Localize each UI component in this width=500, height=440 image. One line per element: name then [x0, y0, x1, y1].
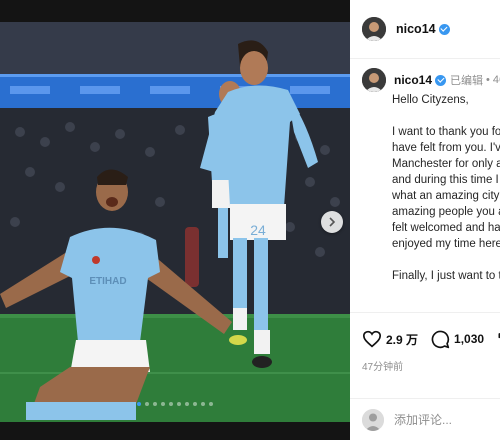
edited-label: 已编辑 — [450, 75, 484, 87]
profile-photo — [362, 68, 386, 92]
carousel-dot — [185, 402, 189, 406]
caption-line: enjoyed my time here — [392, 238, 500, 250]
caption-line: felt welcomed and ha — [392, 222, 500, 234]
share-arrow-icon — [498, 333, 500, 339]
share-button[interactable] — [496, 329, 500, 349]
caption-header: nico14 已编辑 • 46 — [362, 68, 500, 92]
chevron-right-icon — [329, 217, 336, 227]
user-placeholder-icon — [362, 409, 384, 431]
carousel-dot — [137, 402, 141, 406]
post-photo[interactable]: 24 ETIHAD — [0, 22, 350, 422]
post-panel: nico14 nico14 已编辑 • 46 Hello Cityzens, I… — [350, 0, 500, 440]
comment-count: 1,030 — [454, 332, 485, 346]
post-media: 24 ETIHAD — [0, 0, 350, 440]
comment-bar — [350, 398, 500, 440]
like-button[interactable]: 2.9 万 — [362, 330, 418, 348]
separator: • — [486, 74, 490, 86]
caption-line: I want to thank you fo — [392, 126, 500, 138]
comment-input[interactable] — [394, 413, 494, 427]
action-row: 2.9 万 1,030 — [362, 329, 500, 349]
post-timestamp: 47分钟前 — [362, 362, 404, 373]
comment-bubble-icon — [431, 330, 450, 349]
verified-badge-icon — [438, 23, 450, 35]
carousel-dot — [209, 402, 213, 406]
caption-greeting: Hello Cityzens, — [392, 94, 469, 106]
comment-button[interactable]: 1,030 — [430, 329, 484, 349]
carousel-dot — [177, 402, 181, 406]
celebration-photo: 24 ETIHAD — [0, 22, 350, 422]
svg-text:24: 24 — [250, 222, 266, 238]
username-link[interactable]: nico14 — [394, 73, 432, 87]
caption-text: Hello Cityzens, I want to thank you fo h… — [392, 92, 500, 284]
carousel-dot — [145, 402, 149, 406]
like-count: 2.9 万 — [386, 332, 419, 347]
caption-line: Finally, I just want to t — [392, 270, 500, 282]
post-actions: 2.9 万 1,030 47分钟前 — [350, 312, 500, 399]
carousel-indicator — [0, 402, 350, 406]
avatar[interactable] — [362, 17, 386, 41]
username-link[interactable]: nico14 — [396, 22, 436, 36]
heart-icon — [362, 330, 382, 348]
caption-fade — [350, 290, 500, 312]
post-caption: nico14 已编辑 • 46 Hello Cityzens, I want t… — [362, 68, 500, 282]
time-ago: 46 — [492, 74, 500, 86]
svg-text:ETIHAD: ETIHAD — [89, 276, 126, 287]
carousel-dot — [201, 402, 205, 406]
caption-line: Manchester for only a — [392, 158, 500, 170]
caption-line: and during this time I — [392, 174, 499, 186]
post-header: nico14 — [350, 0, 500, 59]
verified-badge-icon — [435, 74, 447, 86]
carousel-dot — [193, 402, 197, 406]
carousel-dot — [161, 402, 165, 406]
carousel-dot — [169, 402, 173, 406]
caption-line: have felt from you. I'v — [392, 142, 500, 154]
avatar[interactable] — [362, 68, 386, 92]
caption-line: what an amazing city — [392, 190, 500, 202]
caption-line: amazing people you a — [392, 206, 500, 218]
next-slide-button[interactable] — [321, 211, 343, 233]
carousel-dot — [153, 402, 157, 406]
profile-photo — [362, 17, 386, 41]
avatar — [362, 409, 384, 431]
